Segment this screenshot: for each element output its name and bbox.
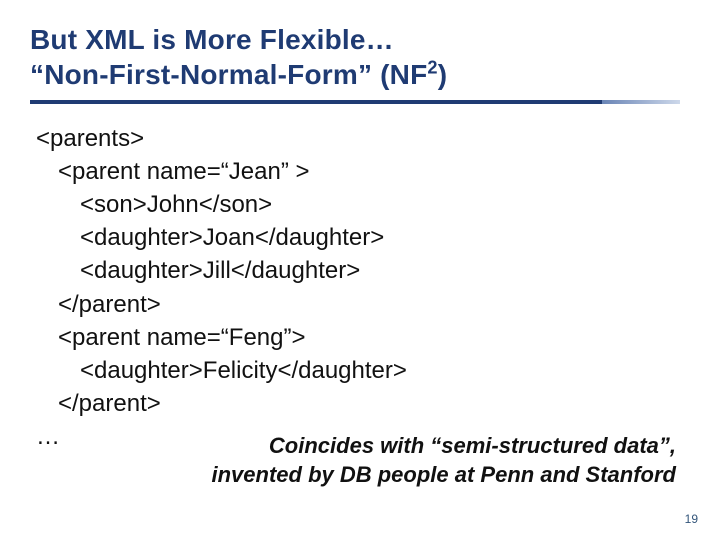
code-line: <parents> [36,122,690,155]
code-line: <daughter>Jill</daughter> [36,254,690,287]
title-line-2-suffix: ) [438,59,448,90]
code-line: </parent> [36,288,690,321]
code-line: <parent name=“Jean” > [36,155,690,188]
title-line-1: But XML is More Flexible… [30,24,394,55]
code-line: <son>John</son> [36,188,690,221]
xml-code-block: <parents> <parent name=“Jean” > <son>Joh… [36,122,690,453]
slide: But XML is More Flexible… “Non-First-Nor… [0,0,720,540]
code-line: </parent> [36,387,690,420]
title-underline [30,100,680,104]
title-line-2-prefix: “Non-First-Normal-Form” (NF [30,59,427,90]
code-line: <daughter>Joan</daughter> [36,221,690,254]
caption-note: Coincides with “semi-structured data”, i… [212,431,677,490]
code-line: <daughter>Felicity</daughter> [36,354,690,387]
caption-line-2: invented by DB people at Penn and Stanfo… [212,462,677,487]
page-number: 19 [685,512,698,526]
page-title: But XML is More Flexible… “Non-First-Nor… [30,22,690,92]
caption-line-1: Coincides with “semi-structured data”, [269,433,676,458]
title-superscript: 2 [427,58,437,78]
code-line: <parent name=“Feng”> [36,321,690,354]
